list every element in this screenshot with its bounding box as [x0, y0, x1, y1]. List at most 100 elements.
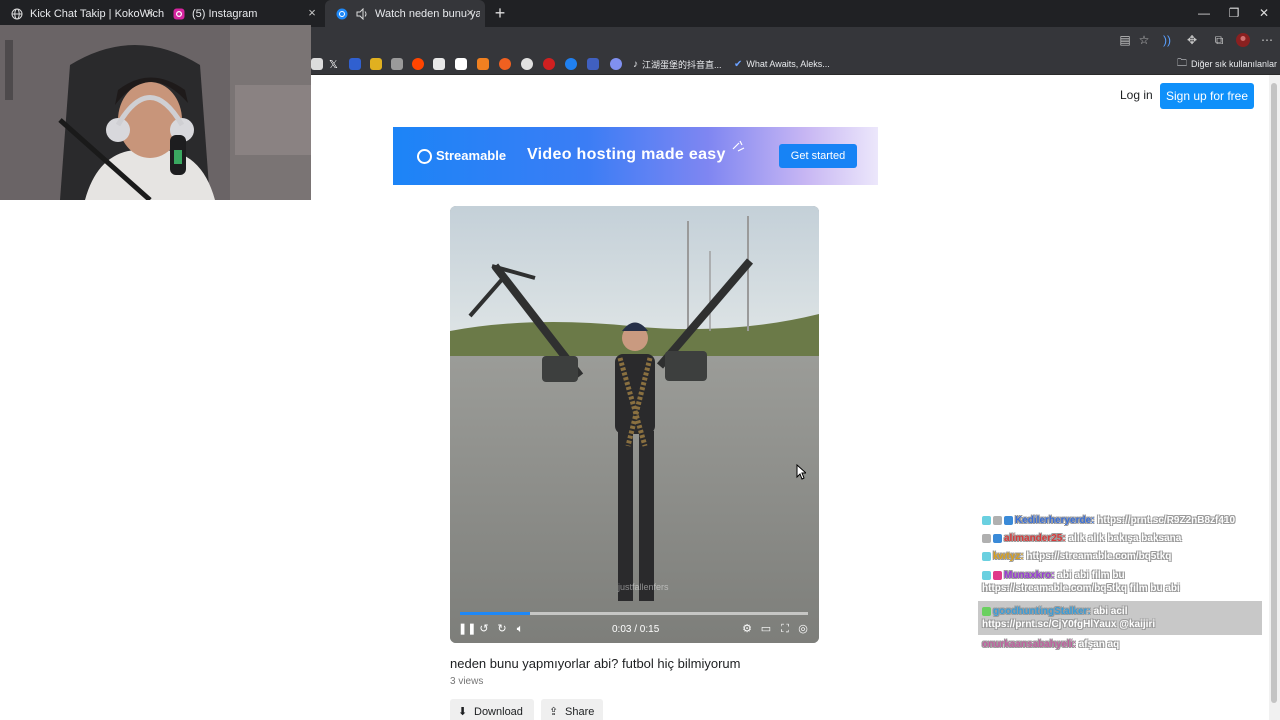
- read-aloud-icon[interactable]: )): [1160, 33, 1174, 47]
- pause-icon[interactable]: ❚❚: [458, 622, 476, 636]
- extensions-icon[interactable]: ✥: [1185, 33, 1199, 47]
- check-icon: ✔: [734, 58, 743, 70]
- bookmark-icon[interactable]: [499, 57, 515, 71]
- close-icon[interactable]: ×: [143, 6, 157, 20]
- close-icon[interactable]: ×: [463, 6, 477, 20]
- bookmark-icon[interactable]: [391, 57, 403, 71]
- page-scrollbar[interactable]: [1269, 75, 1280, 720]
- tab-title: (5) Instagram: [192, 7, 258, 20]
- tab-instagram[interactable]: (5) Instagram ×: [162, 0, 327, 27]
- bookmark-icon[interactable]: [349, 57, 361, 71]
- bookmark-label: 江湖蛋堡的抖音直...: [642, 59, 722, 70]
- sparkle-icon: [732, 140, 745, 152]
- reader-icon[interactable]: ▤: [1118, 33, 1132, 47]
- chat-message: kwtyz: https://streamable.com/bq5tkq: [982, 550, 1266, 563]
- get-started-button[interactable]: Get started: [779, 144, 857, 168]
- chat-user: Munaxkro:: [1004, 570, 1055, 581]
- bookmark-icon[interactable]: [587, 57, 599, 71]
- chat-message: Kedilerheryerde: https://prnt.sc/R9Z2nB8…: [982, 514, 1266, 527]
- settings-icon[interactable]: ⚙: [740, 622, 754, 636]
- chat-user: Kedilerheryerde:: [1015, 515, 1095, 526]
- badge-icon: [982, 515, 991, 525]
- video-title: neden bunu yapmıyorlar abi? futbol hiç b…: [450, 656, 741, 671]
- chat-text: https://streamable.com/bq5tkq: [1026, 551, 1172, 562]
- other-favorites[interactable]: 🗀 Diğer sık kullanılanlar: [1177, 57, 1277, 71]
- badge-icon: [982, 551, 991, 561]
- video-frame: [450, 206, 819, 643]
- bookmark-tiktok[interactable]: ♪ 江湖蛋堡的抖音直...: [633, 57, 722, 71]
- view-count: 3 views: [450, 676, 484, 687]
- streamable-icon[interactable]: ◎: [796, 622, 810, 636]
- forward-icon[interactable]: ↻: [495, 622, 509, 636]
- avatar[interactable]: [1236, 33, 1250, 47]
- signup-button[interactable]: Sign up for free: [1160, 83, 1254, 109]
- promo-banner[interactable]: Streamable Video hosting made easy Get s…: [393, 127, 878, 185]
- star-icon[interactable]: ☆: [1137, 33, 1151, 47]
- progress-fill: [460, 612, 530, 615]
- close-icon[interactable]: ×: [305, 6, 319, 20]
- badge-icon: [1004, 515, 1013, 525]
- bookmark-icon[interactable]: [543, 57, 559, 71]
- menu-icon[interactable]: ⋯: [1260, 33, 1274, 47]
- login-link[interactable]: Log in: [1120, 88, 1153, 102]
- streamable-logo-icon: [417, 149, 432, 164]
- bookmark-icon[interactable]: [521, 57, 537, 71]
- mouse-cursor-icon: [796, 464, 806, 480]
- tab-streamable[interactable]: Watch neden bunu yapmıyor ×: [325, 0, 485, 27]
- progress-bar[interactable]: [460, 612, 808, 615]
- share-button[interactable]: ⇪ Share: [541, 699, 603, 720]
- fullscreen-icon[interactable]: ⛶: [778, 622, 792, 636]
- badge-icon: [982, 570, 991, 580]
- chat-user: kwtyz:: [993, 551, 1024, 562]
- streamable-icon: [335, 7, 349, 21]
- time-display: 0:03 / 0:15: [612, 624, 660, 635]
- volume-icon[interactable]: 🔈︎: [513, 622, 527, 636]
- chat-message: onurkaansabahyeli: afşan aq: [982, 638, 1266, 651]
- share-label: Share: [565, 706, 595, 718]
- instagram-icon: [172, 7, 186, 21]
- scroll-thumb[interactable]: [1271, 83, 1277, 703]
- x-icon[interactable]: 𝕏: [329, 57, 338, 71]
- stream-chat-overlay: Kedilerheryerde: https://prnt.sc/R9Z2nB8…: [978, 510, 1268, 660]
- banner-headline: Video hosting made easy: [527, 146, 726, 163]
- folder-icon: 🗀: [1177, 57, 1187, 69]
- new-tab-button[interactable]: +: [490, 3, 510, 23]
- bookmark-icon[interactable]: [455, 57, 467, 71]
- tiktok-icon: ♪: [633, 58, 638, 70]
- chat-user: onurkaansabahyeli:: [982, 639, 1076, 650]
- reddit-icon[interactable]: [412, 57, 428, 71]
- video-player[interactable]: justfallenfers ❚❚ ↺ ↻ 🔈︎ 0:03 / 0:15 ⚙ ▭…: [450, 206, 819, 643]
- browser-tab-bar: Kick Chat Takip | KokoWich × (5) Instagr…: [0, 0, 1280, 27]
- chat-text: https://prnt.sc/R9Z2nB8zf410: [1097, 515, 1236, 526]
- download-label: Download: [474, 706, 523, 718]
- pip-icon[interactable]: ▭: [759, 622, 773, 636]
- chat-user: goodhuntingStalker:: [993, 606, 1091, 617]
- restore-icon[interactable]: ❐: [1218, 0, 1250, 27]
- chat-message: Munaxkro: abi abi film bu https://stream…: [982, 569, 1266, 595]
- globe-icon: [10, 7, 24, 21]
- bookmark-icon[interactable]: [370, 57, 382, 71]
- chat-message-highlighted: goodhuntingStalker: abi acil https://prn…: [978, 601, 1262, 635]
- speaker-icon[interactable]: [355, 7, 369, 21]
- chat-user: alimander25:: [1004, 533, 1066, 544]
- minimize-icon[interactable]: —: [1188, 0, 1220, 27]
- chat-text: afşan aq: [1078, 639, 1120, 650]
- bookmark-icon[interactable]: [565, 57, 581, 71]
- badge-icon: [982, 606, 991, 616]
- video-watermark: justfallenfers: [618, 582, 669, 592]
- tab-kick-chat[interactable]: Kick Chat Takip | KokoWich ×: [0, 0, 165, 27]
- bookmark-icon[interactable]: [311, 57, 323, 71]
- bookmark-icon[interactable]: [610, 57, 626, 71]
- bookmark-what-awaits[interactable]: ✔ What Awaits, Aleks...: [734, 57, 830, 71]
- bookmark-icon[interactable]: [477, 57, 489, 71]
- bookmark-icon[interactable]: [433, 57, 445, 71]
- close-window-icon[interactable]: ✕: [1248, 0, 1280, 27]
- badge-icon: [993, 515, 1002, 525]
- badge-icon: [993, 570, 1002, 580]
- rewind-icon[interactable]: ↺: [477, 622, 491, 636]
- badge-icon: [982, 533, 991, 543]
- share-icon: ⇪: [549, 706, 559, 718]
- collections-icon[interactable]: ⧉: [1212, 33, 1226, 47]
- webcam-overlay: [0, 25, 311, 200]
- download-button[interactable]: ⬇ Download: [450, 699, 534, 720]
